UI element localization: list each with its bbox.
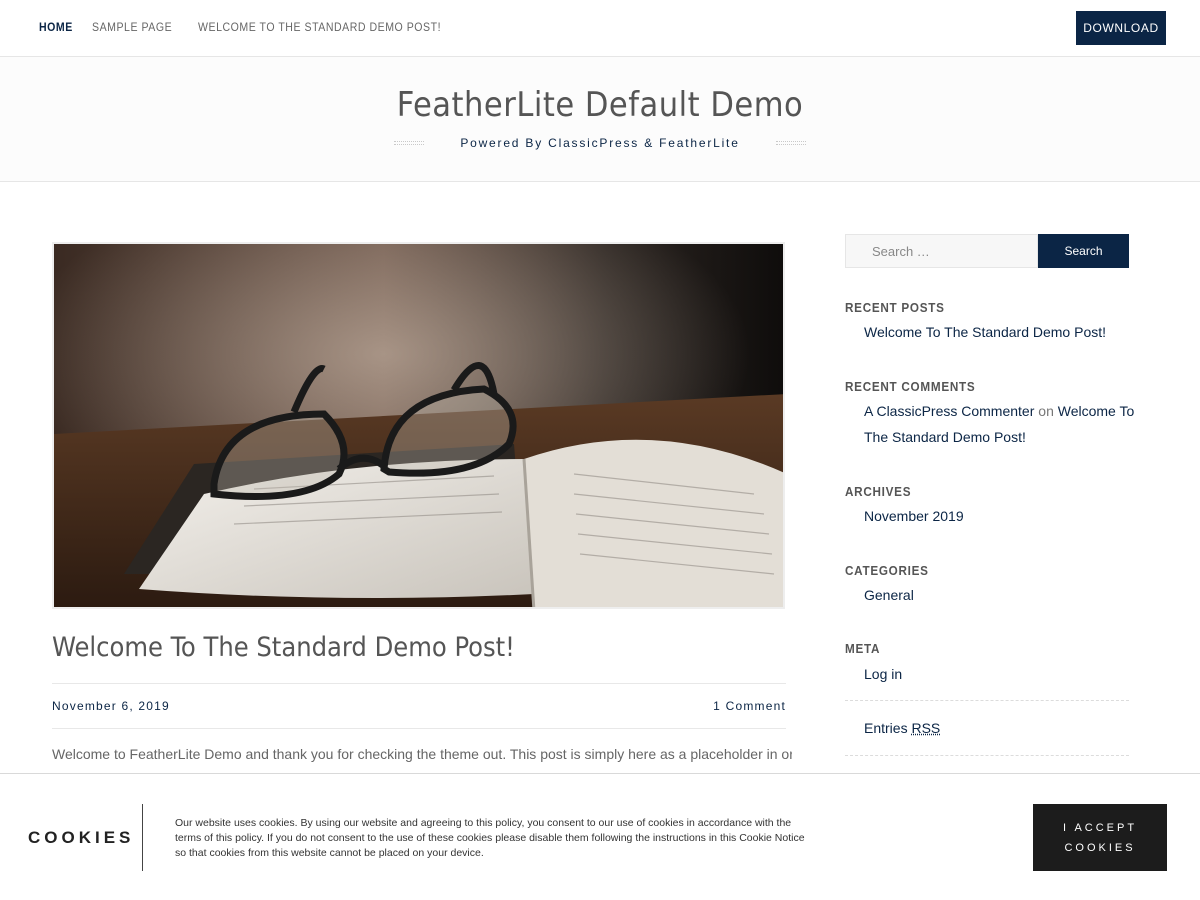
widget-title-archives: Archives xyxy=(845,484,912,499)
nav-links: Home Sample Page Welcome To The Standard… xyxy=(39,20,475,34)
cookie-divider xyxy=(142,804,143,871)
category-link[interactable]: General xyxy=(864,587,914,603)
post-excerpt: Welcome to FeatherLite Demo and thank yo… xyxy=(52,746,792,762)
comment-author-link[interactable]: A ClassicPress Commenter xyxy=(864,403,1034,419)
comment-post-link-continued[interactable]: The Standard Demo Post! xyxy=(864,429,1026,445)
search-button[interactable]: Search xyxy=(1038,234,1129,268)
comment-connector: on xyxy=(1038,403,1054,419)
meta-divider-bottom xyxy=(845,755,1129,756)
accept-cookies-button[interactable]: I ACCEPT COOKIES xyxy=(1033,804,1167,871)
cookie-title: COOKIES xyxy=(28,828,135,847)
archive-link[interactable]: November 2019 xyxy=(864,508,964,524)
rss-abbr: RSS xyxy=(911,720,941,736)
recent-comment-line-1: A ClassicPress Commenter on Welcome To xyxy=(864,403,1134,419)
widget-title-recent-comments: Recent Comments xyxy=(845,379,976,394)
top-navigation: Home Sample Page Welcome To The Standard… xyxy=(0,0,1200,57)
site-tagline: Powered By ClassicPress & FeatherLite xyxy=(460,136,740,150)
recent-post-link[interactable]: Welcome To The Standard Demo Post! xyxy=(864,324,1106,340)
post-title[interactable]: Welcome To The Standard Demo Post! xyxy=(52,632,515,663)
widget-title-categories: Categories xyxy=(845,563,929,578)
decorative-dots-right xyxy=(775,141,806,145)
entries-rss-link[interactable]: Entries RSS xyxy=(864,720,940,736)
post-comments-link[interactable]: 1 Comment xyxy=(713,699,786,713)
cookie-notice: COOKIES Our website uses cookies. By usi… xyxy=(0,773,1200,900)
tagline-row: Powered By ClassicPress & FeatherLite xyxy=(0,136,1200,150)
search-form: Search xyxy=(845,234,1129,268)
entries-label: Entries xyxy=(864,720,908,736)
glasses-on-book-illustration xyxy=(54,244,783,607)
post-meta: November 6, 2019 1 Comment xyxy=(52,683,786,729)
search-input[interactable] xyxy=(845,234,1038,268)
nav-link-home[interactable]: Home xyxy=(39,20,73,34)
featured-image[interactable] xyxy=(52,242,785,609)
site-header: FeatherLite Default Demo Powered By Clas… xyxy=(0,57,1200,182)
site-title[interactable]: FeatherLite Default Demo xyxy=(0,85,1200,125)
widget-title-meta: Meta xyxy=(845,641,881,656)
decorative-dots-left xyxy=(394,141,425,145)
cookie-text: Our website uses cookies. By using our w… xyxy=(175,817,805,859)
nav-link-sample-page[interactable]: Sample Page xyxy=(92,20,172,34)
comment-post-link[interactable]: Welcome To xyxy=(1058,403,1135,419)
meta-divider xyxy=(845,700,1129,701)
widget-title-recent-posts: Recent Posts xyxy=(845,300,945,315)
post-date[interactable]: November 6, 2019 xyxy=(52,699,170,713)
login-link[interactable]: Log in xyxy=(864,666,902,682)
nav-link-welcome-post[interactable]: Welcome To The Standard Demo Post! xyxy=(198,20,441,34)
download-button[interactable]: Download xyxy=(1076,11,1166,45)
